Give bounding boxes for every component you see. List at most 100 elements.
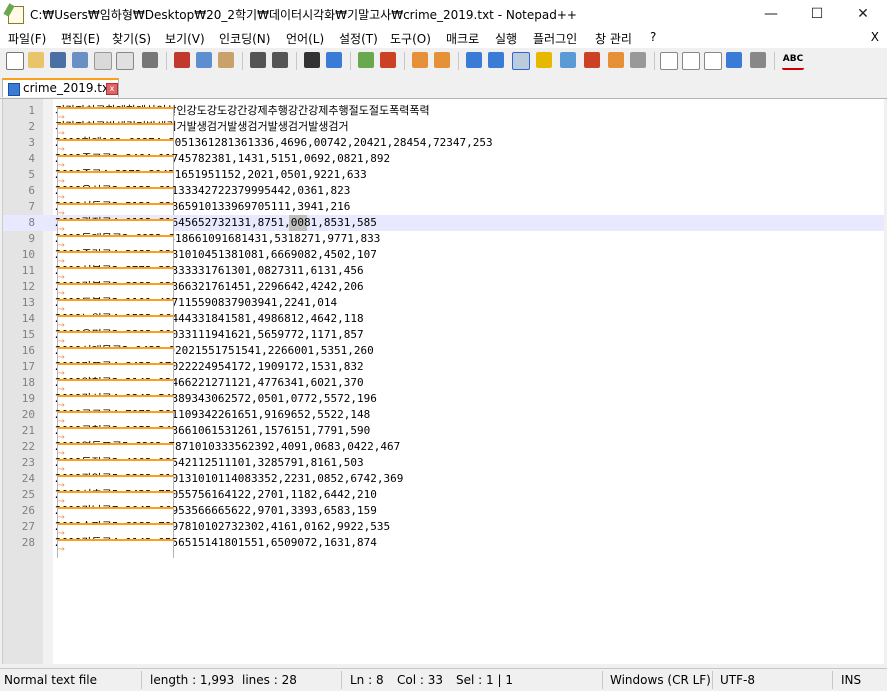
- menu-help[interactable]: ?: [650, 30, 656, 44]
- editor-line[interactable]: 19 2019→강서구→4,924→3,543→8→9→3→4→306→257→2…: [3, 391, 884, 414]
- document-map-icon[interactable]: [560, 52, 576, 68]
- editor-line[interactable]: 6 2019→용산구→3,313→2,611→3→3→3→4→272→237→99…: [3, 183, 884, 206]
- tab-crime-2019[interactable]: crime_2019.txt x: [2, 78, 119, 97]
- line-text[interactable]: 2019→종로구→3,846→4,117→4→5→7→8→238→1,143→1…: [55, 151, 390, 174]
- editor-line[interactable]: 28 2019→강동구→4,014→2,955→6→5→15→14→180→155…: [3, 535, 884, 558]
- editor-line[interactable]: 1 기간→자치구→합계→합계→살인→살인→강도→강도→강간강제추행→강간강제추행→…: [3, 103, 884, 126]
- show-all-characters-icon[interactable]: [488, 52, 504, 68]
- line-text[interactable]: 2019→성북구→2,877→2,323→3→3→3→3→176→130→1,0…: [55, 263, 364, 286]
- menu-file[interactable]: 파일(F): [8, 30, 46, 47]
- editor-line[interactable]: 15 2019→은평구→3,880→3,000→3→3→1→1→194→162→1…: [3, 327, 884, 350]
- menu-search[interactable]: 찾기(S): [112, 30, 151, 47]
- save-macro-icon[interactable]: [750, 52, 766, 68]
- line-text[interactable]: 기간→자치구→합계→합계→살인→살인→강도→강도→강간강제추행→강간강제추행→절…: [55, 103, 430, 126]
- menu-settings[interactable]: 설정(T): [339, 30, 378, 47]
- copy-icon[interactable]: [196, 52, 212, 68]
- open-file-icon[interactable]: [28, 52, 44, 68]
- line-text[interactable]: 2019→강서구→4,924→3,543→8→9→3→4→306→257→2,0…: [55, 391, 377, 414]
- line-text[interactable]: 2019→용산구→3,313→2,611→3→3→3→4→272→237→999…: [55, 183, 350, 206]
- editor-line[interactable]: 23 2019→동작구→3,400→2,195→4→2→1→1→251→110→1…: [3, 455, 884, 478]
- editor-line[interactable]: 26 2019→강남구→7,304→5,069→5→3→5→6→666→562→2…: [3, 503, 884, 526]
- line-text[interactable]: 2019→동대문구→3,692→2,818→6→6→10→9→168→143→1…: [55, 231, 380, 254]
- menu-plugins[interactable]: 플러그인: [533, 30, 577, 47]
- editor-line[interactable]: 17 2019→마포구→4,842→3,170→2→2→2→2→495→417→2…: [3, 359, 884, 382]
- monitoring-icon[interactable]: [630, 52, 646, 68]
- line-text[interactable]: 2019→강남구→7,304→5,069→5→3→5→6→666→562→2,9…: [55, 503, 377, 526]
- tab-close-icon[interactable]: x: [106, 83, 118, 95]
- line-text[interactable]: 2019→중랑구→4,268→3,138→10→10→4→5→138→108→1…: [55, 247, 377, 270]
- run-macro-multiple-icon[interactable]: [726, 52, 742, 68]
- editor-line[interactable]: 22 2019→영등포구→5,820→3,787→10→10→3→3→356→23…: [3, 439, 884, 462]
- editor-line[interactable]: 8 2019→광진구→4,011→2,816→4→5→6→5→273→213→1,…: [3, 215, 884, 238]
- new-file-icon[interactable]: [6, 52, 24, 70]
- line-text[interactable]: 2019→송파구→5,698→3,799→7→8→10→10→273→230→2…: [55, 519, 390, 542]
- line-text[interactable]: 2019→강동구→4,014→2,955→6→5→15→14→180→155→1…: [55, 535, 377, 558]
- editor-line[interactable]: 21 2019→금천구→3,105→2,343→6→6→10→6→153→126→…: [3, 423, 884, 446]
- editor-line[interactable]: 9 2019→동대문구→3,692→2,818→6→6→10→9→168→143→…: [3, 231, 884, 254]
- line-text[interactable]: 2019→은평구→3,880→3,000→3→3→1→1→194→162→1,5…: [55, 327, 364, 350]
- paste-icon[interactable]: [218, 52, 234, 68]
- line-text[interactable]: 2019→양천구→3,214→2,124→6→6→2→2→127→112→1,4…: [55, 375, 364, 398]
- editor-line[interactable]: 10 2019→중랑구→4,268→3,138→10→10→4→5→138→108…: [3, 247, 884, 270]
- menu-run[interactable]: 실행: [495, 30, 517, 47]
- line-text[interactable]: 2019→성동구→2,512→1,838→6→5→9→10→133→96→970…: [55, 199, 350, 222]
- editor-line[interactable]: 2 기간→자치구→발생→검거→발생→검거→발생→검거→발생→검거→발생→검거→발생…: [3, 119, 884, 142]
- line-text[interactable]: 2019→영등포구→5,820→3,787→10→10→3→3→356→239→…: [55, 439, 400, 462]
- editor-line[interactable]: 4 2019→종로구→3,846→4,117→4→5→7→8→238→1,143→…: [3, 151, 884, 174]
- line-text[interactable]: 2019→서초구→5,542→3,750→5→5→7→5→616→412→2,2…: [55, 487, 377, 510]
- indent-guide-icon[interactable]: [512, 52, 530, 70]
- zoom-out-icon[interactable]: [380, 52, 396, 68]
- line-text[interactable]: 2019→금천구→3,105→2,343→6→6→10→6→153→126→1,…: [55, 423, 370, 446]
- find-icon[interactable]: [304, 52, 320, 68]
- record-macro-icon[interactable]: [660, 52, 678, 70]
- editor-line[interactable]: 20 2019→구로구→4,707→3,291→10→9→3→4→226→165→…: [3, 407, 884, 430]
- line-text[interactable]: 2019→강북구→3,838→3,023→6→6→3→2→176→145→1,2…: [55, 279, 364, 302]
- editor-line[interactable]: 12 2019→강북구→3,838→3,023→6→6→3→2→176→145→1…: [3, 279, 884, 302]
- save-icon[interactable]: [50, 52, 66, 68]
- line-text[interactable]: 2019→중구→4,327→2,804→2→1→6→5→195→115→2,20…: [55, 167, 367, 190]
- menu-close-document[interactable]: X: [871, 30, 879, 44]
- editor-line[interactable]: 16 2019→서대문구→2,943→2,020→2→1→5→5→175→154→…: [3, 343, 884, 366]
- save-all-icon[interactable]: [72, 52, 88, 68]
- editor-line[interactable]: 14 2019→노원구→4,153→2,964→4→4→3→3→184→158→1…: [3, 311, 884, 334]
- spell-check-icon[interactable]: ABC: [782, 52, 804, 70]
- editor[interactable]: 1 기간→자치구→합계→합계→살인→살인→강도→강도→강간강제추행→강간강제추행→…: [2, 99, 884, 664]
- editor-line[interactable]: 11 2019→성북구→2,877→2,323→3→3→3→3→176→130→1…: [3, 263, 884, 286]
- menu-view[interactable]: 보기(V): [165, 30, 205, 47]
- maximize-button[interactable]: ☐: [794, 0, 840, 28]
- menu-tools[interactable]: 도구(O): [390, 30, 431, 47]
- line-text[interactable]: 2019→관악구→5,328→3,810→13→10→10→11→408→335…: [55, 471, 403, 494]
- editor-line[interactable]: 24 2019→관악구→5,328→3,810→13→10→10→11→408→3…: [3, 471, 884, 494]
- editor-line[interactable]: 3 2019→합계→103,668→74,805→136→128→136→133→…: [3, 135, 884, 158]
- sync-vertical-icon[interactable]: [412, 52, 428, 68]
- line-text[interactable]: 2019→광진구→4,011→2,816→4→5→6→5→273→213→1,8…: [55, 215, 377, 238]
- user-defined-language-icon[interactable]: [536, 52, 552, 68]
- menu-encoding[interactable]: 인코딩(N): [219, 30, 270, 47]
- line-text[interactable]: 기간→자치구→발생→검거→발생→검거→발생→검거→발생→검거→발생→검거→발생→…: [55, 119, 349, 142]
- undo-icon[interactable]: [250, 52, 266, 68]
- minimize-button[interactable]: —: [748, 0, 794, 28]
- replace-icon[interactable]: [326, 52, 342, 68]
- menu-macro[interactable]: 매크로: [446, 30, 479, 47]
- line-text[interactable]: 2019→노원구→4,153→2,964→4→4→3→3→184→158→1,4…: [55, 311, 364, 334]
- editor-line[interactable]: 13 2019→도봉구→2,110→1,497→1→1→5→5→90→83→790…: [3, 295, 884, 318]
- playback-macro-icon[interactable]: [704, 52, 722, 70]
- menu-language[interactable]: 언어(L): [286, 30, 324, 47]
- line-text[interactable]: 2019→서대문구→2,943→2,020→2→1→5→5→175→154→1,…: [55, 343, 374, 366]
- close-all-icon[interactable]: [116, 52, 134, 70]
- close-file-icon[interactable]: [94, 52, 112, 70]
- line-text[interactable]: 2019→합계→103,668→74,805→136→128→136→133→6…: [55, 135, 493, 158]
- line-text[interactable]: 2019→도봉구→2,110→1,497→1→1→5→5→90→83→790→3…: [55, 295, 337, 318]
- print-icon[interactable]: [142, 52, 158, 68]
- editor-line[interactable]: 18 2019→양천구→3,214→2,124→6→6→2→2→127→112→1…: [3, 375, 884, 398]
- menu-edit[interactable]: 편집(E): [61, 30, 100, 47]
- close-button[interactable]: ✕: [840, 0, 886, 28]
- zoom-in-icon[interactable]: [358, 52, 374, 68]
- line-text[interactable]: 2019→동작구→3,400→2,195→4→2→1→1→251→110→1,3…: [55, 455, 364, 478]
- editor-line[interactable]: 25 2019→서초구→5,542→3,750→5→5→7→5→616→412→2…: [3, 487, 884, 510]
- redo-icon[interactable]: [272, 52, 288, 68]
- menu-window[interactable]: 창 관리: [595, 30, 632, 47]
- editor-line[interactable]: 7 2019→성동구→2,512→1,838→6→5→9→10→133→96→97…: [3, 199, 884, 222]
- line-text[interactable]: 2019→마포구→4,842→3,170→2→2→2→2→495→417→2,1…: [55, 359, 364, 382]
- editor-line[interactable]: 27 2019→송파구→5,698→3,799→7→8→10→10→273→230…: [3, 519, 884, 542]
